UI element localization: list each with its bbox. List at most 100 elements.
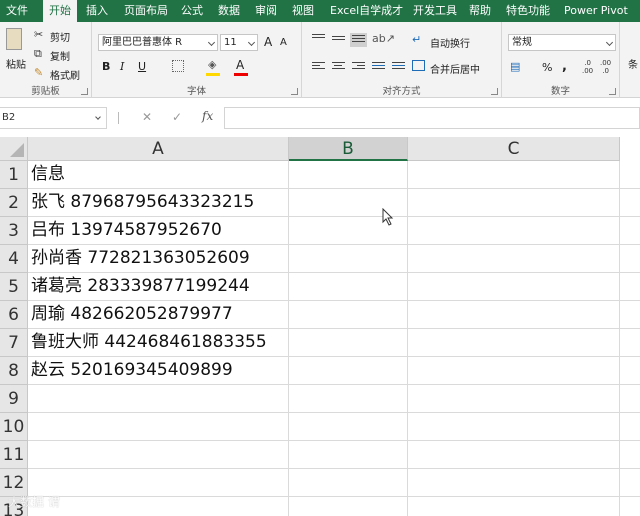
paste-button[interactable]: 粘贴 [6, 56, 26, 71]
cell-c[interactable] [408, 301, 620, 328]
cell-b[interactable] [289, 469, 408, 496]
merge-center-icon[interactable] [412, 60, 425, 71]
cell-a[interactable]: 信息 [28, 161, 289, 188]
row-header[interactable]: 3 [0, 217, 28, 245]
cell-c[interactable] [408, 273, 620, 300]
wrap-text-icon[interactable]: ↵ [412, 33, 421, 47]
cell-c[interactable] [408, 441, 620, 468]
tab-6[interactable]: 审阅 [249, 0, 283, 22]
decrease-decimal-icon[interactable]: .00.0 [600, 59, 611, 75]
align-top-icon[interactable] [312, 34, 325, 45]
cell-a[interactable]: 诸葛亮 283339877199244 [28, 273, 289, 300]
cancel-icon[interactable]: ✕ [142, 110, 152, 124]
cell-a[interactable] [28, 413, 289, 440]
tab-11[interactable]: 特色功能 [500, 0, 556, 22]
row-header[interactable]: 4 [0, 245, 28, 273]
alignment-launcher-icon[interactable] [491, 88, 498, 95]
font-launcher-icon[interactable] [291, 88, 298, 95]
row-header[interactable]: 9 [0, 385, 28, 413]
font-color-button[interactable]: A [236, 58, 244, 72]
row-header[interactable]: 6 [0, 301, 28, 329]
shrink-font-button[interactable]: A [280, 37, 287, 48]
tab-1[interactable]: 开始 [43, 0, 77, 22]
formula-input[interactable] [224, 107, 640, 129]
cell-c[interactable] [408, 161, 620, 188]
insert-function-icon[interactable]: fx [202, 109, 213, 123]
tab-3[interactable]: 页面布局 [118, 0, 174, 22]
tab-5[interactable]: 数据 [212, 0, 246, 22]
cell-a[interactable]: 鲁班大师 442468461883355 [28, 329, 289, 356]
tab-4[interactable]: 公式 [175, 0, 209, 22]
align-middle-icon[interactable] [332, 36, 345, 47]
comma-button[interactable]: , [562, 59, 567, 74]
cell-c[interactable] [408, 217, 620, 244]
borders-icon[interactable] [172, 60, 184, 72]
merge-center-button[interactable]: 合并后居中 [430, 61, 480, 76]
cut-button[interactable]: 剪切 [50, 29, 70, 44]
cell-a[interactable] [28, 385, 289, 412]
increase-indent-icon[interactable] [392, 62, 405, 73]
currency-icon[interactable]: ▤ [510, 60, 520, 74]
align-center-icon[interactable] [332, 62, 345, 73]
cell-c[interactable] [408, 413, 620, 440]
cell-c[interactable] [408, 385, 620, 412]
cell-c[interactable] [408, 245, 620, 272]
cell-a[interactable] [28, 497, 289, 516]
row-header[interactable]: 8 [0, 357, 28, 385]
format-painter-icon[interactable]: ✎ [34, 66, 43, 80]
name-box[interactable]: B2 [0, 107, 107, 129]
number-format-select[interactable]: 常规 [508, 34, 616, 51]
format-painter-button[interactable]: 格式刷 [50, 67, 80, 82]
cell-c[interactable] [408, 357, 620, 384]
number-launcher-icon[interactable] [609, 88, 616, 95]
font-name-select[interactable]: 阿里巴巴普惠体 R [98, 34, 218, 51]
row-header[interactable]: 10 [0, 413, 28, 441]
fill-color-icon[interactable]: ◈ [208, 58, 216, 72]
column-header-a[interactable]: A [28, 137, 289, 161]
tab-0[interactable]: 文件 [0, 0, 34, 22]
orientation-icon[interactable]: ab↗ [372, 32, 395, 46]
tab-12[interactable]: Power Pivot [558, 0, 634, 22]
cell-b[interactable] [289, 357, 408, 384]
cell-c[interactable] [408, 497, 620, 516]
confirm-icon[interactable]: ✓ [172, 110, 182, 124]
column-header-b[interactable]: B [289, 137, 408, 161]
cut-icon[interactable]: ✂ [34, 28, 43, 42]
cell-a[interactable]: 赵云 520169345409899 [28, 357, 289, 384]
increase-decimal-icon[interactable]: .0.00 [582, 59, 593, 75]
cell-c[interactable] [408, 189, 620, 216]
cell-a[interactable]: 孙尚香 772821363052609 [28, 245, 289, 272]
percent-button[interactable]: % [542, 61, 552, 74]
clipboard-launcher-icon[interactable] [81, 88, 88, 95]
cell-b[interactable] [289, 441, 408, 468]
cell-b[interactable] [289, 161, 408, 188]
conditional-format-button[interactable]: 条 [628, 56, 638, 71]
grow-font-button[interactable]: A [264, 35, 272, 49]
select-all-corner[interactable] [0, 137, 28, 161]
cell-a[interactable]: 张飞 87968795643323215 [28, 189, 289, 216]
cell-b[interactable] [289, 413, 408, 440]
cell-b[interactable] [289, 329, 408, 356]
row-header[interactable]: 7 [0, 329, 28, 357]
decrease-indent-icon[interactable] [372, 62, 385, 73]
tab-8[interactable]: Excel自学成才 [324, 0, 409, 22]
cell-a[interactable]: 周瑜 482662052879977 [28, 301, 289, 328]
row-header[interactable]: 11 [0, 441, 28, 469]
cell-a[interactable] [28, 469, 289, 496]
cell-b[interactable] [289, 245, 408, 272]
column-header-c[interactable]: C [408, 137, 620, 161]
italic-button[interactable]: I [120, 60, 124, 73]
align-bottom-icon[interactable] [350, 33, 367, 47]
tab-2[interactable]: 插入 [80, 0, 114, 22]
cell-a[interactable]: 吕布 13974587952670 [28, 217, 289, 244]
tab-9[interactable]: 开发工具 [407, 0, 463, 22]
cell-b[interactable] [289, 273, 408, 300]
font-size-select[interactable]: 11 [220, 34, 258, 51]
copy-icon[interactable]: ⧉ [34, 47, 42, 61]
row-header[interactable]: 1 [0, 161, 28, 189]
cell-b[interactable] [289, 301, 408, 328]
cell-b[interactable] [289, 385, 408, 412]
row-header[interactable]: 2 [0, 189, 28, 217]
paste-icon[interactable] [6, 28, 22, 50]
wrap-text-button[interactable]: 自动换行 [430, 35, 470, 50]
